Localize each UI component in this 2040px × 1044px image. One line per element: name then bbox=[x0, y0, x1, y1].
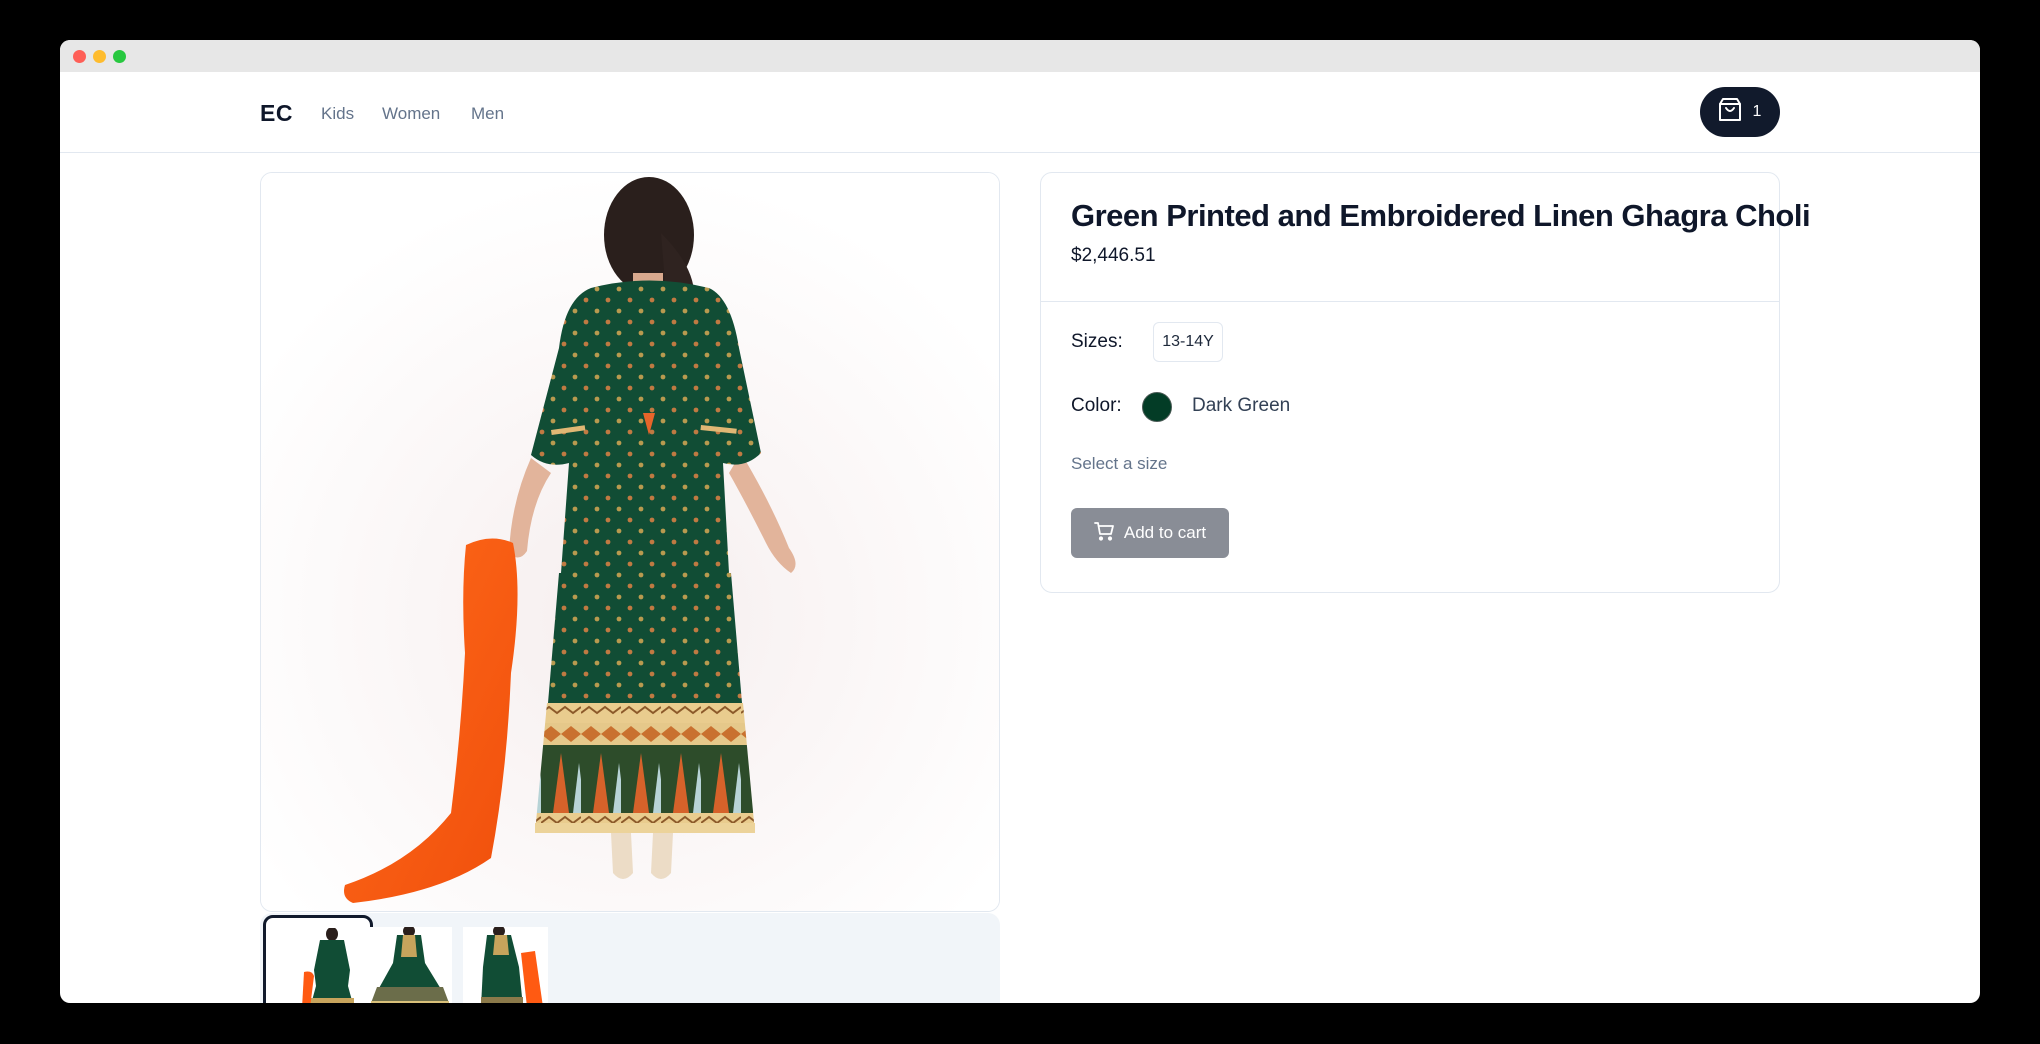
main-product-image[interactable] bbox=[260, 172, 1000, 912]
cart-count-badge: 1 bbox=[1752, 103, 1762, 120]
size-option-13-14y[interactable]: 13-14Y bbox=[1153, 322, 1223, 362]
site-header: EC Kids Women Men 1 bbox=[60, 72, 1980, 153]
color-name: Dark Green bbox=[1192, 395, 1291, 416]
thumbnail-2[interactable] bbox=[359, 915, 469, 1003]
divider bbox=[1041, 301, 1779, 302]
product-title: Green Printed and Embroidered Linen Ghag… bbox=[1071, 198, 1811, 233]
nav-link-kids[interactable]: Kids bbox=[321, 104, 354, 124]
thumbnail-1[interactable] bbox=[263, 915, 373, 1003]
color-swatch-dark-green[interactable] bbox=[1142, 392, 1172, 422]
browser-window: EC Kids Women Men 1 Green Printed and Em… bbox=[60, 40, 1980, 1003]
thumbnail-image bbox=[367, 927, 452, 1003]
thumbnail-3[interactable] bbox=[455, 915, 565, 1003]
minimize-window-button[interactable] bbox=[93, 50, 106, 63]
select-size-hint: Select a size bbox=[1071, 454, 1168, 473]
nav-link-women[interactable]: Women bbox=[382, 104, 440, 124]
add-to-cart-button[interactable]: Add to cart bbox=[1071, 508, 1229, 558]
product-price: $2,446.51 bbox=[1071, 245, 1156, 266]
shopping-bag-icon bbox=[1718, 98, 1741, 126]
close-window-button[interactable] bbox=[73, 50, 86, 63]
maximize-window-button[interactable] bbox=[113, 50, 126, 63]
cart-button[interactable]: 1 bbox=[1700, 87, 1780, 137]
thumbnail-image bbox=[463, 927, 548, 1003]
color-label: Color: bbox=[1071, 395, 1122, 416]
sizes-label: Sizes: bbox=[1071, 331, 1123, 352]
product-info-panel: Green Printed and Embroidered Linen Ghag… bbox=[1040, 172, 1811, 593]
add-to-cart-label: Add to cart bbox=[1123, 523, 1207, 542]
shopping-cart-icon bbox=[1093, 521, 1114, 546]
site-logo[interactable]: EC bbox=[260, 100, 293, 127]
product-photo bbox=[261, 173, 999, 911]
nav-link-men[interactable]: Men bbox=[471, 104, 504, 124]
thumbnail-strip bbox=[260, 913, 1000, 1003]
title-bar bbox=[60, 40, 1980, 72]
